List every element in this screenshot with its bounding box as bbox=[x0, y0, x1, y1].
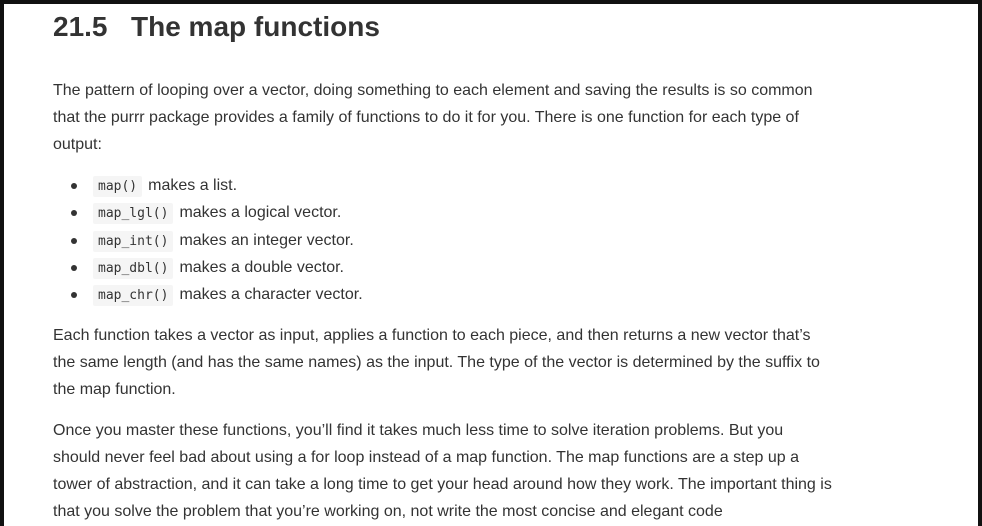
function-code: map_lgl() bbox=[93, 203, 174, 225]
function-description: makes a logical vector. bbox=[179, 204, 342, 222]
intro-paragraph: The pattern of looping over a vector, do… bbox=[53, 82, 813, 153]
function-code: map_dbl() bbox=[93, 257, 174, 279]
list-item: map() makes a list. bbox=[53, 172, 363, 199]
function-description: makes a double vector. bbox=[179, 258, 344, 276]
function-code: map_int() bbox=[93, 230, 174, 252]
bullet-icon bbox=[71, 264, 77, 271]
section-heading: 21.5 The map functions bbox=[53, 10, 380, 44]
list-item: map_chr() makes a character vector. bbox=[53, 281, 363, 308]
function-description: makes a character vector. bbox=[179, 286, 363, 304]
section-title: The map functions bbox=[131, 11, 380, 42]
function-description: makes an integer vector. bbox=[179, 231, 354, 249]
function-code: map_chr() bbox=[93, 285, 174, 307]
list-item: map_lgl() makes a logical vector. bbox=[53, 199, 363, 226]
list-item: map_dbl() makes a double vector. bbox=[53, 254, 363, 281]
bullet-icon bbox=[71, 292, 77, 299]
function-list: map() makes a list. map_lgl() makes a logi… bbox=[53, 172, 363, 308]
bullet-icon bbox=[71, 237, 77, 244]
third-paragraph: Once you master these functions, you’ll … bbox=[53, 422, 832, 520]
second-paragraph: Each function takes a vector as input, a… bbox=[53, 327, 820, 398]
bullet-icon bbox=[71, 183, 77, 189]
page-frame: 21.5 The map functions The pattern of loo… bbox=[0, 0, 982, 526]
bullet-icon bbox=[71, 210, 77, 217]
section-number: 21.5 bbox=[53, 11, 108, 42]
function-code: map() bbox=[93, 176, 143, 197]
list-item: map_int() makes an integer vector. bbox=[53, 227, 363, 254]
function-description: makes a list. bbox=[148, 177, 238, 194]
